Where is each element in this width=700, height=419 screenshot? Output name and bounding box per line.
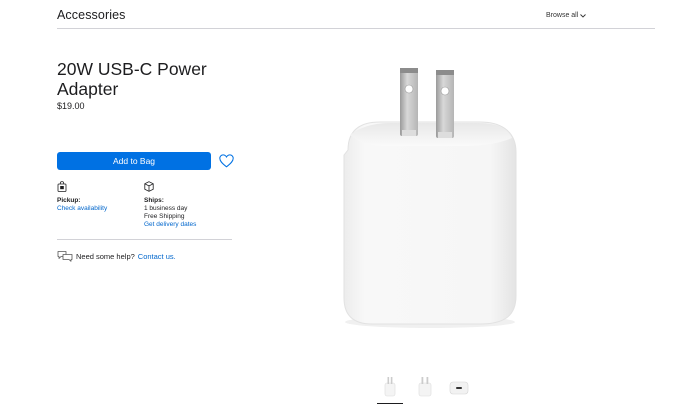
chat-bubbles-icon bbox=[57, 251, 73, 262]
thumbnail-front[interactable] bbox=[377, 374, 403, 404]
box-icon bbox=[144, 181, 154, 192]
pickup-info: Pickup: Check availability bbox=[57, 181, 107, 213]
ships-label: Ships: bbox=[144, 197, 164, 204]
browse-all-label: Browse all bbox=[546, 12, 579, 19]
contact-us-link[interactable]: Contact us. bbox=[138, 252, 176, 261]
browse-all-button[interactable]: Browse all bbox=[546, 12, 587, 19]
help-text: Need some help? bbox=[76, 251, 135, 261]
page-title[interactable]: Accessories bbox=[57, 8, 125, 22]
thumbnail-usb-port[interactable] bbox=[446, 374, 472, 400]
header-divider bbox=[57, 28, 655, 29]
pickup-label: Pickup: bbox=[57, 197, 81, 204]
section-divider bbox=[57, 239, 232, 240]
get-delivery-dates-link[interactable]: Get delivery dates bbox=[144, 221, 196, 229]
top-nav: Accessories Browse all bbox=[0, 0, 700, 28]
product-title: 20W USB-C Power Adapter bbox=[57, 59, 207, 99]
shipping-info: Ships: 1 business day Free Shipping Get … bbox=[144, 181, 196, 229]
store-bag-icon bbox=[57, 181, 67, 192]
product-price: $19.00 bbox=[57, 101, 85, 111]
check-availability-link[interactable]: Check availability bbox=[57, 205, 107, 213]
add-to-bag-button[interactable]: Add to Bag bbox=[57, 152, 211, 170]
heart-icon[interactable] bbox=[219, 154, 234, 168]
ships-cost: Free Shipping bbox=[144, 213, 185, 220]
product-image bbox=[343, 68, 517, 328]
gallery-thumbnails bbox=[0, 374, 700, 404]
thumbnail-side[interactable] bbox=[412, 374, 438, 400]
help-row: Need some help? Contact us. bbox=[57, 250, 176, 262]
ships-time: 1 business day bbox=[144, 205, 188, 212]
chevron-down-icon bbox=[580, 13, 587, 18]
